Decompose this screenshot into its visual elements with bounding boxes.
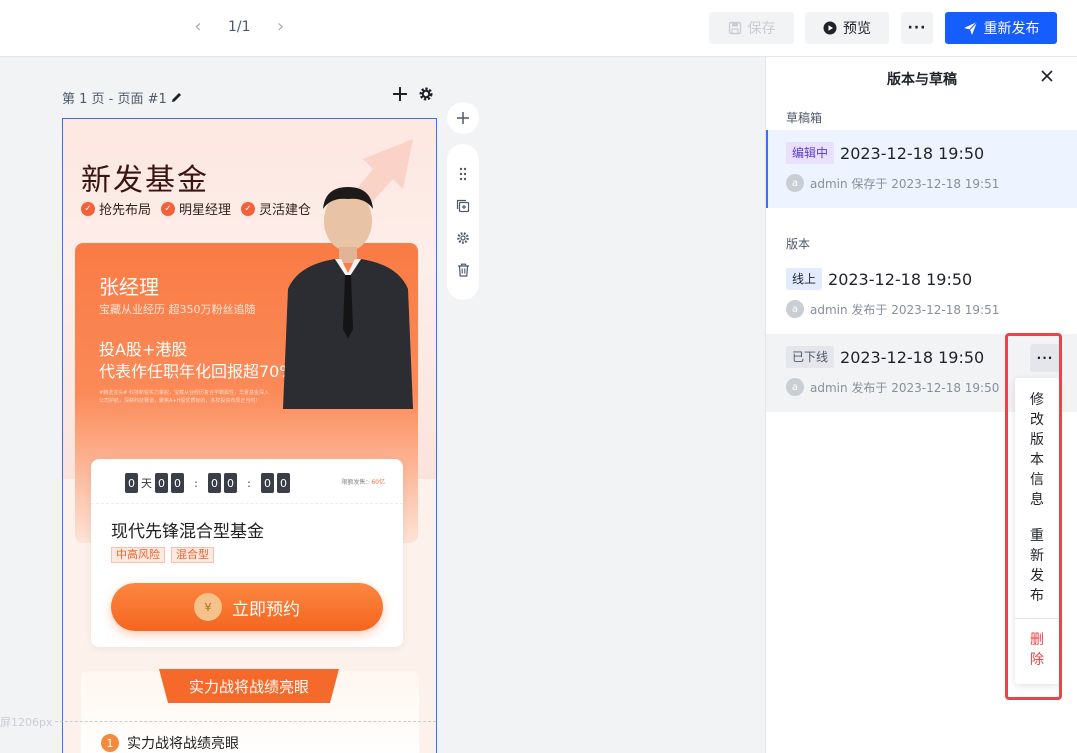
- duplicate-icon[interactable]: [455, 198, 471, 214]
- fund-card: 0 天 0 0 : 0 0 : 0 0 限额发售：60亿 现代先锋混合型基金 中…: [91, 459, 403, 647]
- avatar: a: [786, 174, 804, 192]
- countdown-digit: 0: [224, 473, 237, 493]
- fund-tags: 中高风险 混合型: [111, 547, 214, 563]
- page-tools: [392, 86, 434, 107]
- status-badge: 编辑中: [786, 142, 835, 164]
- chevron-right-icon[interactable]: ›: [269, 16, 293, 37]
- version-row[interactable]: 线上 2023-12-18 19:50 a admin 发布于 2023-12-…: [766, 256, 1077, 332]
- fold-line: [0, 721, 436, 722]
- play-icon: [823, 21, 837, 35]
- page-indicator: 1/1: [228, 18, 251, 35]
- manager-subtitle: 宝藏从业经历 超350万粉丝追随: [99, 303, 256, 316]
- menu-item-republish[interactable]: 重新发布: [1015, 526, 1059, 606]
- section-item: 1 实力战将战绩亮眼: [101, 733, 239, 753]
- reserve-button[interactable]: ¥ 立即预约: [111, 583, 383, 631]
- settings-icon[interactable]: [455, 230, 471, 246]
- add-component-button[interactable]: [447, 102, 479, 134]
- version-meta: admin 发布于 2023-12-18 19:50: [810, 380, 1000, 395]
- manager-name: 张经理: [99, 275, 159, 299]
- page-settings-icon[interactable]: [418, 86, 434, 107]
- version-time: 2023-12-18 19:50: [840, 143, 985, 163]
- countdown-digit: 0: [208, 473, 221, 493]
- card-divider: [91, 503, 403, 504]
- countdown-separator: :: [247, 476, 251, 490]
- preview-button[interactable]: 预览: [805, 12, 889, 44]
- save-button[interactable]: 保存: [709, 12, 794, 44]
- type-tag: 混合型: [171, 547, 214, 563]
- countdown: 0 天 0 0 : 0 0 : 0 0: [125, 473, 290, 493]
- version-more-button[interactable]: ···: [1030, 344, 1060, 372]
- hero-tag: ✓ 抢先布局: [81, 199, 151, 218]
- risk-tag: 中高风险: [111, 547, 165, 563]
- avatar: a: [786, 378, 804, 396]
- panel-title: 版本与草稿: [887, 72, 957, 88]
- item-text: 实力战将战绩亮眼: [127, 736, 239, 752]
- versions-heading: 版本: [786, 237, 811, 251]
- chevron-left-icon[interactable]: ‹: [186, 16, 210, 37]
- more-button[interactable]: ···: [901, 12, 933, 44]
- section-ribbon: 实力战将战绩亮眼: [159, 669, 339, 703]
- page-label: 第 1 页 - 页面 #1: [62, 88, 182, 107]
- version-time: 2023-12-18 19:50: [828, 269, 973, 289]
- fund-slogan: 投A股+港股 代表作任职年化回报超70%: [99, 340, 295, 381]
- countdown-digit: 0: [155, 473, 168, 493]
- reserve-label: 立即预约: [232, 599, 300, 620]
- countdown-unit: 天: [141, 477, 152, 490]
- page-pager: ‹ 1/1 ›: [186, 16, 293, 37]
- countdown-digit: 0: [125, 473, 138, 493]
- fine-print: #精选龙头# 科技新锐实力掌舵，宝藏从业经历复合学霸属性，华夏基金深入公司护航，…: [99, 390, 269, 404]
- fund-name: 现代先锋混合型基金: [111, 522, 264, 542]
- hero-tag: ✓ 明星经理: [161, 199, 231, 218]
- save-icon: [728, 21, 741, 35]
- manager-portrait: [283, 187, 413, 409]
- check-icon: ✓: [241, 201, 256, 216]
- menu-item-edit-version-info[interactable]: 修改版本信息: [1015, 390, 1059, 510]
- status-badge: 线上: [786, 268, 823, 290]
- fold-label: 屏1206px: [0, 714, 55, 730]
- countdown-separator: :: [194, 476, 198, 490]
- page-canvas[interactable]: 新发基金 ✓ 抢先布局 ✓ 明星经理 ✓ 灵活建仓 张经理 宝藏从业经历 超350万粉…: [62, 118, 437, 753]
- hero-title: 新发基金: [81, 163, 209, 198]
- check-icon: ✓: [81, 201, 95, 216]
- drag-handle-icon[interactable]: [455, 166, 471, 182]
- money-bag-icon: ¥: [194, 593, 222, 621]
- version-meta: admin 发布于 2023-12-18 19:51: [810, 302, 1000, 317]
- edit-pencil-icon[interactable]: [171, 92, 182, 103]
- drafts-heading: 草稿箱: [786, 111, 823, 125]
- countdown-digit: 0: [277, 473, 290, 493]
- preview-label: 预览: [843, 21, 871, 37]
- send-icon: [963, 21, 977, 35]
- countdown-digit: 0: [171, 473, 184, 493]
- item-number: 1: [101, 734, 119, 752]
- menu-item-delete[interactable]: 删除: [1015, 630, 1059, 670]
- check-icon: ✓: [161, 201, 176, 216]
- component-toolbar: [447, 144, 479, 300]
- save-label: 保存: [747, 21, 776, 37]
- add-page-icon[interactable]: [392, 86, 408, 107]
- menu-divider: [1015, 618, 1059, 619]
- trash-icon[interactable]: [455, 262, 471, 278]
- republish-button[interactable]: 重新发布: [945, 12, 1057, 44]
- version-time: 2023-12-18 19:50: [840, 347, 985, 367]
- republish-label: 重新发布: [983, 21, 1040, 37]
- version-meta: admin 保存于 2023-12-18 19:51: [810, 176, 1000, 191]
- version-actions-menu: 修改版本信息 重新发布 删除: [1015, 378, 1059, 684]
- close-icon[interactable]: [1038, 67, 1056, 85]
- draft-row[interactable]: 编辑中 2023-12-18 19:50 a admin 保存于 2023-12…: [766, 130, 1077, 208]
- page-name: 第 1 页 - 页面 #1: [62, 92, 167, 107]
- countdown-digit: 0: [261, 473, 274, 493]
- avatar: a: [786, 300, 804, 318]
- quota-label: 限额发售：60亿: [341, 479, 385, 486]
- status-badge: 已下线: [786, 346, 835, 368]
- top-bar: ‹ 1/1 › 保存 预览 ··· 重新发布: [0, 0, 1077, 57]
- plus-icon: [457, 112, 469, 124]
